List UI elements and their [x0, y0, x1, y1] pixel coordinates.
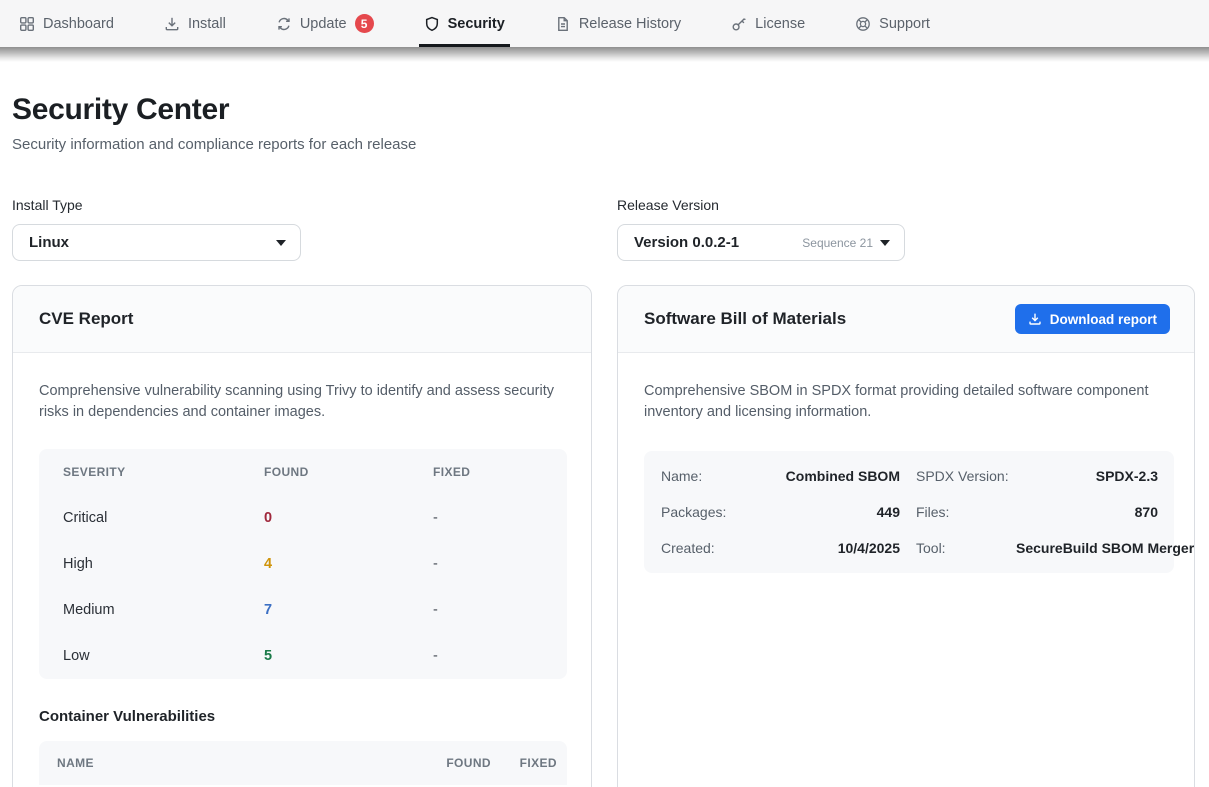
high-found-count: 4 [264, 556, 433, 572]
sbom-row-1: Name: Combined SBOM SPDX Version: SPDX-2… [661, 458, 1158, 494]
shield-icon [424, 16, 440, 32]
sbom-card-title: Software Bill of Materials [644, 309, 846, 329]
table-row-low: Low 5 - [39, 633, 567, 679]
col-severity: SEVERITY [63, 465, 264, 479]
download-report-button[interactable]: Download report [1015, 304, 1170, 334]
container-vulnerabilities-title: Container Vulnerabilities [39, 708, 565, 725]
col-name: NAME [57, 756, 399, 770]
release-sequence: Sequence 21 [802, 236, 873, 250]
critical-found-count: 0 [264, 510, 433, 526]
sbom-tool-label: Tool: [916, 540, 1016, 556]
release-version-label: Release Version [617, 197, 1195, 213]
install-type-select[interactable]: Linux [12, 224, 301, 261]
key-icon [731, 16, 747, 32]
nav-label: Update [300, 16, 347, 32]
col-fixed: FIXED [491, 756, 557, 770]
filter-row: Install Type Linux Release Version Versi… [12, 197, 1195, 261]
sbom-created-label: Created: [661, 540, 753, 556]
sbom-card-header: Software Bill of Materials Download repo… [618, 286, 1194, 353]
nav-label: License [755, 16, 805, 32]
nav-label: Dashboard [43, 16, 114, 32]
low-found-count: 5 [264, 648, 433, 664]
chevron-down-icon [276, 240, 286, 246]
cards-row: CVE Report Comprehensive vulnerability s… [12, 285, 1195, 787]
sbom-tool-value: SecureBuild SBOM Merger [1016, 540, 1194, 556]
container-table-header: NAME FOUND FIXED [39, 741, 567, 785]
severity-table: SEVERITY FOUND FIXED Critical 0 - High 4… [39, 449, 567, 679]
sbom-row-2: Packages: 449 Files: 870 [661, 494, 1158, 530]
nav-item-install[interactable]: Install [159, 0, 231, 47]
nav-label: Security [448, 16, 505, 32]
nav-item-security[interactable]: Security [419, 0, 510, 47]
sbom-created-value: 10/4/2025 [753, 540, 900, 556]
nav-item-release-history[interactable]: Release History [550, 0, 686, 47]
col-fixed: FIXED [433, 465, 567, 479]
nav-label: Install [188, 16, 226, 32]
refresh-icon [276, 16, 292, 32]
sbom-card: Software Bill of Materials Download repo… [617, 285, 1195, 787]
sbom-description: Comprehensive SBOM in SPDX format provid… [644, 381, 1156, 423]
sbom-spdx-version-label: SPDX Version: [916, 468, 1016, 484]
page-subtitle: Security information and compliance repo… [12, 136, 1195, 153]
install-type-value: Linux [29, 234, 69, 251]
sbom-details-panel: Name: Combined SBOM SPDX Version: SPDX-2… [644, 451, 1174, 573]
sbom-files-label: Files: [916, 504, 1016, 520]
top-nav: Dashboard Install Update 5 Security Rele… [0, 0, 1209, 47]
table-row-medium: Medium 7 - [39, 587, 567, 633]
medium-found-count: 7 [264, 602, 433, 618]
sbom-packages-value: 449 [753, 504, 900, 520]
table-row-critical: Critical 0 - [39, 495, 567, 541]
chevron-down-icon [880, 240, 890, 246]
download-report-label: Download report [1050, 312, 1157, 327]
cve-card-title: CVE Report [39, 309, 133, 329]
sbom-name-value: Combined SBOM [753, 468, 900, 484]
sbom-name-label: Name: [661, 468, 753, 484]
release-version-value: Version 0.0.2-1 [634, 234, 739, 251]
download-icon [164, 16, 180, 32]
container-vulnerabilities-table: NAME FOUND FIXED [39, 741, 567, 785]
download-icon [1028, 312, 1042, 326]
nav-label: Release History [579, 16, 681, 32]
release-version-select[interactable]: Version 0.0.2-1 Sequence 21 [617, 224, 905, 261]
document-icon [555, 16, 571, 32]
nav-item-support[interactable]: Support [850, 0, 935, 47]
table-row-high: High 4 - [39, 541, 567, 587]
nav-label: Support [879, 16, 930, 32]
col-found: FOUND [399, 756, 491, 770]
page-title: Security Center [12, 93, 1195, 127]
cve-report-card: CVE Report Comprehensive vulnerability s… [12, 285, 592, 787]
dashboard-grid-icon [19, 16, 35, 32]
header-shadow [0, 47, 1209, 62]
nav-item-dashboard[interactable]: Dashboard [14, 0, 119, 47]
cve-description: Comprehensive vulnerability scanning usi… [39, 381, 564, 423]
sbom-packages-label: Packages: [661, 504, 753, 520]
col-found: FOUND [264, 465, 433, 479]
nav-item-license[interactable]: License [726, 0, 810, 47]
update-count-badge: 5 [355, 14, 374, 33]
sbom-row-3: Created: 10/4/2025 Tool: SecureBuild SBO… [661, 530, 1158, 566]
severity-table-header: SEVERITY FOUND FIXED [39, 449, 567, 495]
cve-card-header: CVE Report [13, 286, 591, 353]
sbom-spdx-version-value: SPDX-2.3 [1016, 468, 1158, 484]
nav-item-update[interactable]: Update 5 [271, 0, 379, 47]
lifebuoy-icon [855, 16, 871, 32]
install-type-label: Install Type [12, 197, 592, 213]
sbom-files-value: 870 [1016, 504, 1158, 520]
security-center-page: Security Center Security information and… [0, 93, 1209, 787]
